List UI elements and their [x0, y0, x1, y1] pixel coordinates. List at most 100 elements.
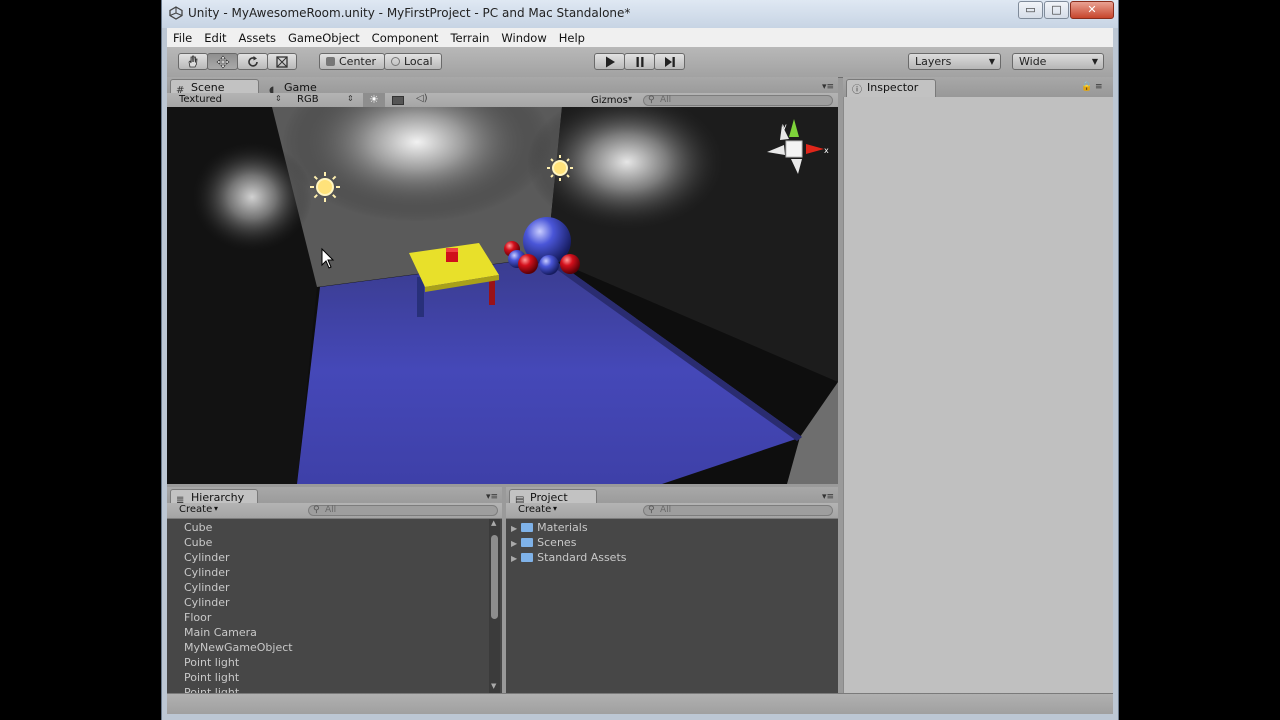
- list-item[interactable]: Point light: [184, 685, 239, 693]
- minimize-icon: ▭: [1025, 3, 1036, 16]
- hand-icon: [188, 55, 198, 68]
- light-icon: ☀: [369, 93, 379, 106]
- layers-dropdown[interactable]: Layers ▼: [908, 53, 1001, 70]
- inspector-panel: [843, 97, 1113, 693]
- list-item[interactable]: Cube: [184, 520, 212, 535]
- inspector-tab-bar: ⓘ Inspector 🔒 ≡: [843, 77, 1113, 98]
- move-tool-button[interactable]: [207, 53, 238, 70]
- hand-tool-button[interactable]: [178, 53, 208, 70]
- tab-inspector[interactable]: ⓘ Inspector: [846, 79, 936, 97]
- title-bar: Unity - MyAwesomeRoom.unity - MyFirstPro…: [162, 0, 1118, 28]
- scene-search-input[interactable]: ⚲ All: [643, 95, 833, 106]
- list-item[interactable]: Cylinder: [184, 580, 230, 595]
- local-label: Local: [404, 55, 433, 68]
- create-arrow-icon: ▾: [553, 504, 558, 513]
- hierarchy-control-bar: Create ▾ ⚲ All: [167, 503, 502, 519]
- menu-file[interactable]: File: [167, 28, 198, 45]
- project-folder-standard-assets[interactable]: ▶ Standard Assets: [511, 550, 627, 565]
- project-create-dropdown[interactable]: Create: [518, 504, 551, 515]
- scrollbar-thumb[interactable]: [491, 535, 498, 619]
- folder-label: Standard Assets: [537, 551, 627, 564]
- list-item[interactable]: Point light: [184, 670, 239, 685]
- list-item[interactable]: Cube: [184, 535, 212, 550]
- folder-icon: [521, 523, 534, 532]
- gizmos-dropdown[interactable]: Gizmos: [591, 95, 628, 106]
- status-bar: [167, 693, 1113, 714]
- scroll-up-icon[interactable]: ▲: [491, 519, 496, 527]
- dropdown-arrow-icon: ▼: [1091, 57, 1098, 66]
- panel-menu-icon[interactable]: ▾≡: [822, 492, 834, 502]
- pause-icon: [636, 57, 643, 67]
- center-label: Center: [339, 55, 377, 68]
- menu-component[interactable]: Component: [366, 28, 445, 45]
- pivot-center-toggle[interactable]: Center: [319, 53, 385, 70]
- list-item[interactable]: Floor: [184, 610, 211, 625]
- list-item[interactable]: Main Camera: [184, 625, 257, 640]
- layout-dropdown[interactable]: Wide ▼: [1012, 53, 1104, 70]
- close-button[interactable]: ✕: [1070, 1, 1114, 19]
- minimize-button[interactable]: ▭: [1018, 1, 1043, 19]
- maximize-icon: □: [1051, 3, 1062, 16]
- tab-inspector-label: Inspector: [867, 81, 919, 94]
- pause-button[interactable]: [624, 53, 655, 70]
- hierarchy-search-input[interactable]: ⚲ All: [308, 505, 498, 516]
- step-icon: [664, 57, 675, 67]
- maximize-button[interactable]: □: [1044, 1, 1069, 19]
- svg-text:y: y: [782, 122, 787, 131]
- menu-window[interactable]: Window: [495, 28, 552, 45]
- menu-help[interactable]: Help: [553, 28, 591, 45]
- close-icon: ✕: [1087, 3, 1097, 16]
- pivot-icon: [326, 57, 335, 66]
- list-item[interactable]: Cylinder: [184, 550, 230, 565]
- hierarchy-list: Cube Cube Cylinder Cylinder Cylinder Cyl…: [167, 519, 502, 693]
- hierarchy-create-dropdown[interactable]: Create: [179, 504, 212, 515]
- scene-search-placeholder: All: [660, 95, 672, 105]
- list-item[interactable]: Point light: [184, 655, 239, 670]
- panel-menu-icon[interactable]: ≡: [1095, 82, 1103, 92]
- local-icon: [391, 57, 400, 66]
- pivot-local-toggle[interactable]: Local: [384, 53, 442, 70]
- list-item[interactable]: Cylinder: [184, 565, 230, 580]
- expand-arrow-icon[interactable]: ▶: [511, 539, 517, 548]
- hierarchy-search-placeholder: All: [325, 505, 337, 515]
- menu-edit[interactable]: Edit: [198, 28, 232, 45]
- scale-icon: [276, 56, 288, 68]
- project-search-input[interactable]: ⚲ All: [643, 505, 833, 516]
- window-title: Unity - MyAwesomeRoom.unity - MyFirstPro…: [188, 6, 631, 20]
- scale-tool-button[interactable]: [267, 53, 297, 70]
- folder-icon: [521, 538, 534, 547]
- search-icon: ⚲: [648, 95, 655, 105]
- search-icon: ⚲: [313, 505, 320, 515]
- list-item[interactable]: Cylinder: [184, 595, 230, 610]
- scene-lighting-toggle[interactable]: ☀: [363, 93, 385, 108]
- create-arrow-icon: ▾: [214, 504, 219, 513]
- expand-arrow-icon[interactable]: ▶: [511, 554, 517, 563]
- menu-terrain[interactable]: Terrain: [444, 28, 495, 45]
- project-folder-scenes[interactable]: ▶ Scenes: [511, 535, 576, 550]
- rotate-tool-button[interactable]: [237, 53, 268, 70]
- hierarchy-scrollbar[interactable]: ▲ ▼: [489, 519, 500, 693]
- expand-arrow-icon[interactable]: ▶: [511, 524, 517, 533]
- render-mode-arrow-icon: ⇕: [275, 94, 282, 103]
- color-mode-arrow-icon: ⇕: [347, 94, 354, 103]
- image-icon: [392, 96, 404, 105]
- step-button[interactable]: [654, 53, 685, 70]
- scene-audio-toggle[interactable]: ◁): [411, 93, 433, 108]
- lock-icon[interactable]: 🔒: [1081, 82, 1092, 92]
- move-icon: [216, 55, 229, 69]
- rotate-icon: [247, 56, 258, 67]
- scroll-down-icon[interactable]: ▼: [491, 682, 496, 690]
- panel-menu-icon[interactable]: ▾≡: [486, 492, 498, 502]
- panel-menu-icon[interactable]: ▾≡: [822, 82, 834, 92]
- play-button[interactable]: [594, 53, 625, 70]
- scene-view[interactable]: y x: [167, 107, 838, 484]
- render-mode-dropdown[interactable]: Textured: [179, 94, 222, 105]
- list-item[interactable]: MyNewGameObject: [184, 640, 293, 655]
- color-mode-dropdown[interactable]: RGB: [297, 94, 319, 105]
- menu-assets[interactable]: Assets: [233, 28, 282, 45]
- search-icon: ⚲: [648, 505, 655, 515]
- scene-fx-toggle[interactable]: [387, 93, 409, 108]
- project-folder-materials[interactable]: ▶ Materials: [511, 520, 588, 535]
- menu-gameobject[interactable]: GameObject: [282, 28, 366, 45]
- main-toolbar: Center Local Layers ▼ Wide ▼: [167, 47, 1113, 78]
